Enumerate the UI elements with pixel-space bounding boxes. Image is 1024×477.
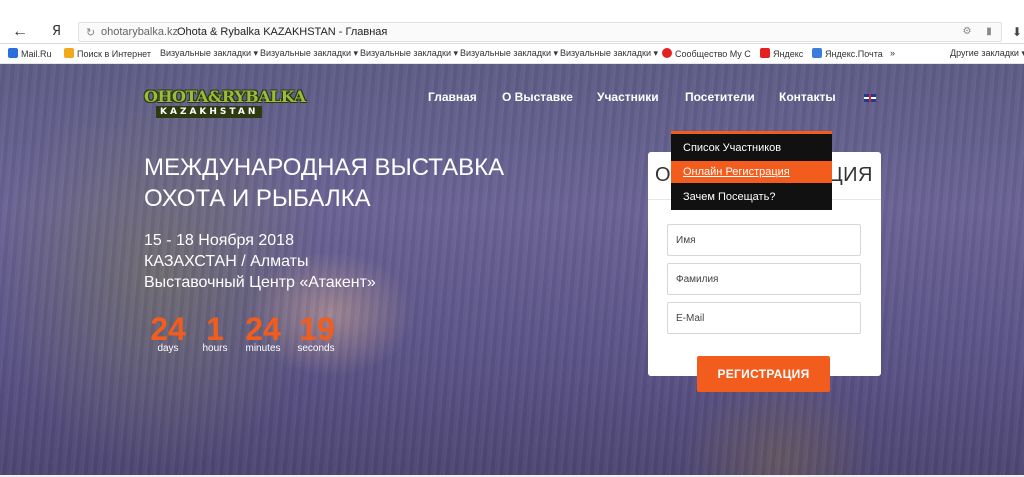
last-name-field[interactable]	[667, 263, 861, 295]
dropdown-item-participant-list[interactable]: Список Участников	[671, 137, 832, 159]
search-icon	[64, 48, 74, 58]
bookmark-item[interactable]: Поиск в Интернет	[64, 48, 151, 59]
countdown-hours-label: hours	[202, 343, 228, 354]
hero-headline: МЕЖДУНАРОДНАЯ ВЫСТАВКА ОХОТА И РЫБАЛКА	[144, 154, 505, 212]
countdown-days: 24	[150, 311, 186, 347]
bookmark-item[interactable]: Визуальные закладки ▾	[560, 48, 658, 59]
download-icon[interactable]: ⬇	[1012, 25, 1022, 39]
nav-home[interactable]: Главная	[428, 90, 477, 104]
other-bookmarks[interactable]: Другие закладки ▾	[950, 48, 1024, 59]
yandex-logo[interactable]: Я	[52, 24, 61, 39]
bookmark-item[interactable]: Mail.Ru	[8, 48, 52, 59]
countdown-minutes-label: minutes	[245, 343, 281, 354]
email-field[interactable]	[667, 302, 861, 334]
yandex-icon	[760, 48, 770, 58]
nav-visitors[interactable]: Посетители	[685, 90, 755, 104]
countdown-days-label: days	[157, 343, 179, 354]
bookmark-item[interactable]: Визуальные закладки ▾	[160, 48, 258, 59]
bookmark-item[interactable]: Яндекс.Почта	[812, 48, 883, 59]
extension-icon[interactable]: ⚙	[961, 26, 973, 38]
browser-address-bar: ← Я ↻ ohotarybalka.kz Ohota & Rybalka KA…	[0, 0, 1024, 44]
dropdown-item-online-registration[interactable]: Онлайн Регистрация	[671, 161, 832, 183]
uk-flag-icon[interactable]	[864, 94, 876, 102]
register-button[interactable]: РЕГИСТРАЦИЯ	[697, 356, 830, 392]
visitors-dropdown: Список Участников Онлайн Регистрация Зач…	[671, 131, 832, 210]
event-location: КАЗАХСТАН / Алматы	[144, 253, 309, 270]
first-name-field[interactable]	[667, 224, 861, 256]
bookmark-item[interactable]: Визуальные закладки ▾	[460, 48, 558, 59]
logo-subtitle: KAZAKHSTAN	[156, 106, 263, 118]
bookmark-item[interactable]: Яндекс	[760, 48, 803, 59]
countdown-minutes: 24	[245, 311, 281, 347]
bookmarks-bar: Mail.Ru Поиск в Интернет Визуальные закл…	[0, 44, 1024, 64]
url-field[interactable]: ↻ ohotarybalka.kz Ohota & Rybalka KAZAKH…	[78, 22, 1002, 42]
countdown-seconds: 19	[299, 311, 335, 347]
nav-about[interactable]: О Выставке	[502, 90, 573, 104]
more-bookmarks-icon[interactable]: »	[890, 48, 895, 58]
url-domain: ohotarybalka.kz	[101, 26, 179, 38]
event-dates: 15 - 18 Ноября 2018	[144, 232, 294, 249]
countdown-hours: 1	[206, 311, 224, 347]
nav-participants[interactable]: Участники	[597, 90, 659, 104]
bookmark-icon[interactable]: ▮	[983, 26, 995, 38]
site-logo[interactable]: OHOTA&RYBALKA KAZAKHSTAN	[144, 87, 306, 121]
back-arrow-icon[interactable]: ←	[12, 24, 28, 40]
bookmark-item[interactable]: Визуальные закладки ▾	[260, 48, 358, 59]
dropdown-item-why-visit[interactable]: Зачем Посещать?	[671, 186, 832, 208]
bookmark-item[interactable]: Визуальные закладки ▾	[360, 48, 458, 59]
page-title: Ohota & Rybalka KAZAKHSTAN - Главная	[177, 26, 388, 38]
nav-contacts[interactable]: Контакты	[779, 90, 836, 104]
event-venue: Выставочный Центр «Атакент»	[144, 274, 376, 291]
countdown-seconds-label: seconds	[297, 343, 335, 354]
mailru-icon	[8, 48, 18, 58]
mail-icon	[812, 48, 822, 58]
bookmark-item[interactable]: Сообщество My С	[662, 48, 751, 59]
opera-icon	[662, 48, 672, 58]
logo-wordmark: OHOTA&RYBALKA	[144, 87, 306, 106]
reload-icon[interactable]: ↻	[86, 26, 95, 39]
